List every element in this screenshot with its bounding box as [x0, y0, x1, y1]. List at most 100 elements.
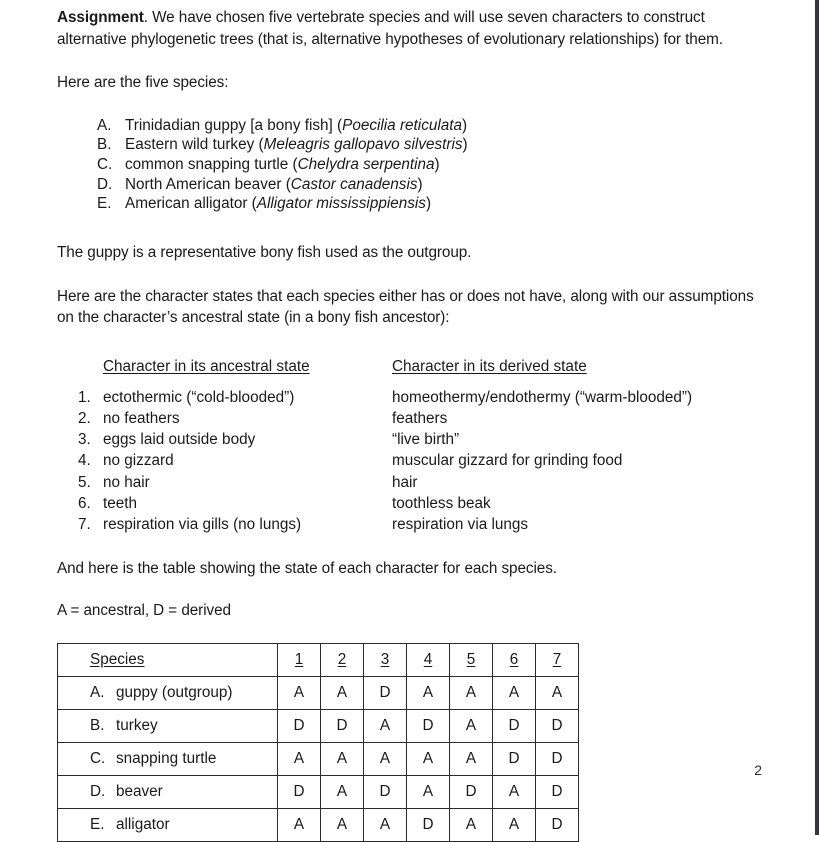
state-cell: A	[363, 741, 407, 776]
list-marker: 2.	[78, 409, 91, 427]
ancestral-state: no feathers	[103, 409, 180, 427]
character-header-text: 3	[380, 650, 390, 668]
list-item: 2. no feathers feathers	[57, 408, 757, 429]
table-row: E. alligator A A A D A A D	[57, 807, 579, 842]
state-cell: D	[406, 708, 450, 743]
assignment-label: Assignment	[57, 9, 144, 26]
paren-close: )	[417, 175, 423, 193]
state-cell: A	[492, 675, 536, 710]
species-name: guppy (outgroup)	[116, 683, 233, 701]
state-cell: A	[320, 741, 364, 776]
state-cell: A	[363, 807, 407, 842]
species-cell: D. beaver	[57, 774, 278, 809]
list-item: 3. eggs laid outside body “live birth”	[57, 429, 757, 450]
list-item: 1. ectothermic (“cold-blooded”) homeothe…	[57, 387, 757, 408]
row-marker: A.	[90, 683, 105, 701]
state-cell: D	[492, 708, 536, 743]
table-intro: And here is the table showing the state …	[57, 559, 557, 577]
row-marker: C.	[90, 749, 106, 767]
character-column-header-7: 7	[535, 642, 579, 677]
state-cell: D	[535, 807, 579, 842]
state-cell: A	[492, 807, 536, 842]
state-cell: A	[363, 708, 407, 743]
state-cell: A	[406, 774, 450, 809]
species-name: beaver	[116, 782, 163, 800]
derived-state: respiration via lungs	[392, 516, 529, 534]
list-marker: A.	[97, 116, 112, 134]
ancestral-state: no gizzard	[103, 452, 174, 470]
list-marker: 5.	[78, 473, 91, 491]
ancestral-state: ectothermic (“cold-blooded”)	[103, 388, 295, 406]
list-marker: 7.	[78, 516, 91, 534]
paren-close: )	[434, 155, 440, 173]
list-item: 6. teeth toothless beak	[57, 493, 757, 514]
state-cell: A	[277, 807, 321, 842]
species-header-text: Species	[90, 650, 145, 668]
state-cell: A	[320, 774, 364, 809]
list-item: C. common snapping turtle (Chelydra serpe…	[57, 155, 757, 175]
list-item: 5. no hair hair	[57, 472, 757, 493]
state-cell: D	[406, 807, 450, 842]
list-item: A. Trinidadian guppy [a bony fish] (Poeci…	[57, 116, 757, 136]
state-cell: A	[449, 741, 493, 776]
ancestral-state: respiration via gills (no lungs)	[103, 516, 302, 534]
state-cell: D	[535, 708, 579, 743]
character-state-headers: Character in its ancestral state Charact…	[57, 357, 757, 387]
character-list: 1. ectothermic (“cold-blooded”) homeothe…	[57, 387, 757, 536]
state-cell: D	[535, 774, 579, 809]
derived-state: homeothermy/endothermy (“warm-blooded”)	[392, 388, 693, 406]
state-cell: A	[449, 807, 493, 842]
list-item: B. Eastern wild turkey (Meleagris gallopa…	[57, 135, 757, 155]
species-scientific-name: Castor canadensis	[290, 175, 418, 193]
list-item: D. North American beaver (Castor canadens…	[57, 175, 757, 195]
paren-close: )	[462, 116, 468, 134]
species-column-header: Species	[57, 642, 278, 677]
derived-state: muscular gizzard for grinding food	[392, 452, 623, 470]
list-marker: C.	[97, 155, 113, 173]
character-column-header-2: 2	[320, 642, 364, 677]
character-column-header-3: 3	[363, 642, 407, 677]
species-name: snapping turtle	[116, 749, 217, 767]
derived-state: feathers	[392, 409, 448, 427]
derived-state: “live birth”	[392, 431, 460, 449]
character-column-header-1: 1	[277, 642, 321, 677]
state-cell: D	[363, 675, 407, 710]
state-cell: A	[449, 675, 493, 710]
state-cell: A	[449, 708, 493, 743]
list-item: 4. no gizzard muscular gizzard for grind…	[57, 450, 757, 471]
derived-state: toothless beak	[392, 495, 491, 512]
species-common-name: Eastern wild turkey (	[125, 136, 264, 154]
state-cell: A	[406, 741, 450, 776]
page-edge-artifact	[815, 0, 819, 835]
ancestral-state: teeth	[103, 495, 138, 512]
ancestral-state: eggs laid outside body	[103, 431, 256, 449]
outgroup-note: The guppy is a representative bony fish …	[57, 244, 472, 262]
species-intro: Here are the five species:	[57, 74, 229, 91]
state-cell: A	[320, 675, 364, 710]
state-cell: D	[449, 774, 493, 809]
document-page: Assignment. We have chosen five vertebra…	[0, 0, 819, 842]
character-header-text: 5	[466, 650, 476, 668]
state-cell: A	[320, 807, 364, 842]
table-row: A. guppy (outgroup) A A D A A A A	[57, 675, 579, 710]
table-header-row: Species 1 2 3 4 5 6 7	[57, 642, 579, 677]
species-cell: B. turkey	[57, 708, 278, 743]
table-row: D. beaver D A D A D A D	[57, 774, 579, 809]
character-header-text: 4	[423, 650, 433, 668]
state-cell: D	[492, 741, 536, 776]
list-item: E. American alligator (Alligator mississi…	[57, 194, 757, 214]
list-marker: 6.	[78, 495, 91, 512]
ancestral-state: no hair	[103, 473, 150, 491]
list-marker: 4.	[78, 452, 91, 470]
species-cell: E. alligator	[57, 807, 278, 842]
state-cell: D	[320, 708, 364, 743]
character-column-header-6: 6	[492, 642, 536, 677]
character-matrix-table: Species 1 2 3 4 5 6 7 A. guppy (outgroup)…	[57, 642, 579, 842]
list-marker: D.	[97, 175, 113, 193]
species-name: turkey	[116, 716, 158, 734]
species-cell: A. guppy (outgroup)	[57, 675, 278, 710]
